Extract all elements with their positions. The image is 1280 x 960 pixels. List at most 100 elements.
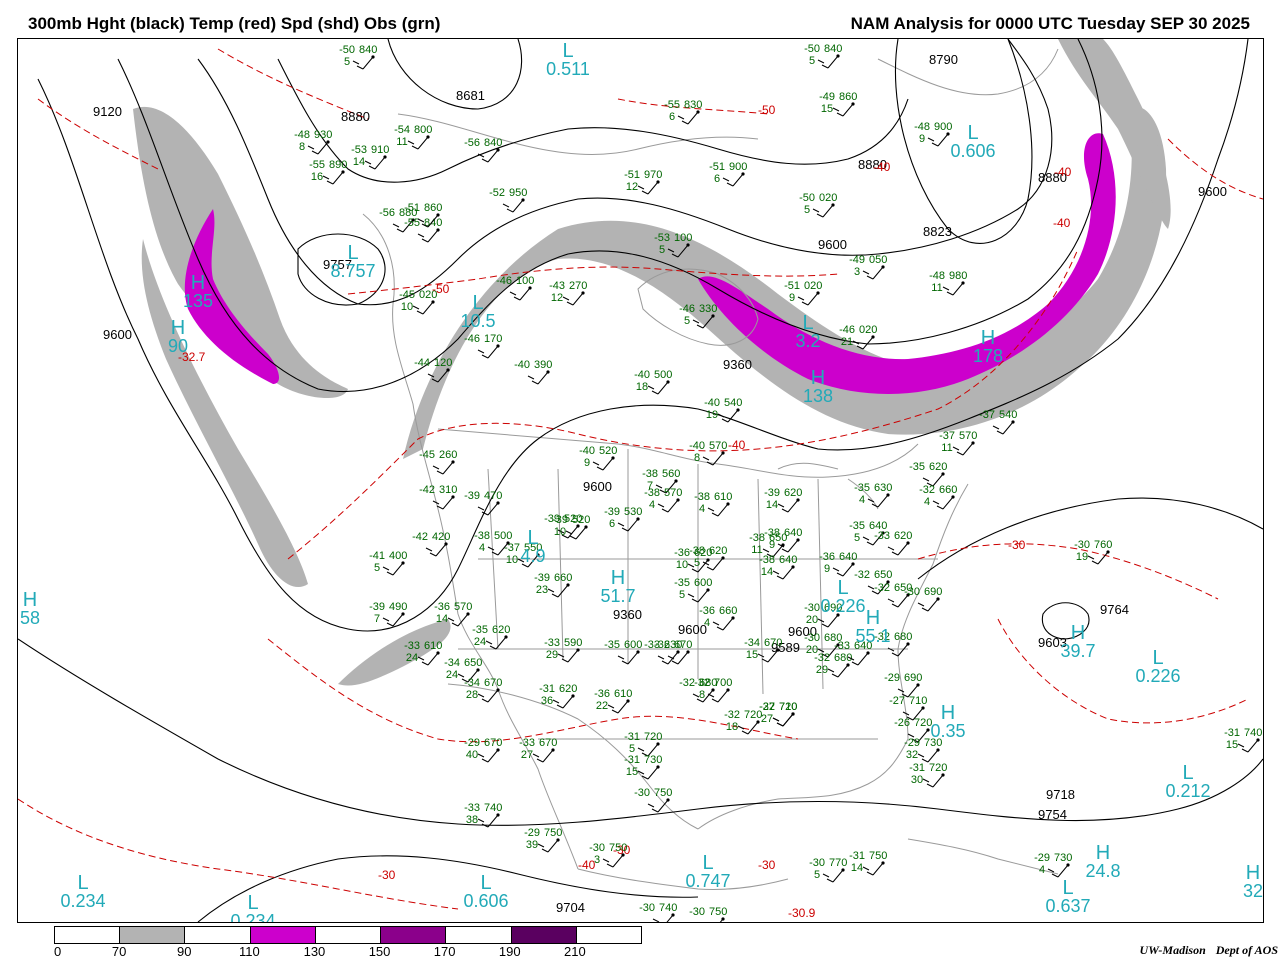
station-obs: -48 930 8 [294,129,332,155]
obs-height: 050 [869,254,887,266]
station-obs: -39 490 7 [369,601,407,627]
obs-temp: -41 [369,550,385,562]
obs-height: 620 [929,461,947,473]
legend-segment [120,927,186,943]
obs-temp: -30 [689,906,705,918]
obs-height: 570 [959,430,977,442]
station-obs: -31 7205 [624,731,662,757]
obs-temp: -38 [759,554,775,566]
wind-barb [927,133,949,147]
obs-temp: -31 [624,731,640,743]
obs-temp: -29 [464,737,480,749]
obs-height: 620 [694,547,712,559]
station-obs: -32 660 4 [919,484,957,510]
obs-dewpoint-dep: 15 [1226,739,1238,751]
station-obs: -36 640 9 [819,551,857,577]
center-value: 10.5 [460,311,495,331]
station-obs: -48 900 9 [914,121,952,147]
temperature-label: -30 [378,868,396,882]
obs-temp: -53 [351,144,367,156]
station-obs: -55 830 6 [664,99,702,125]
obs-temp: -27 [889,695,905,707]
wind-barb [992,421,1014,435]
legend-label: 110 [238,944,260,959]
station-obs: -32 72018 [724,709,762,735]
station-obs: -30 750 3 [589,842,627,868]
obs-temp: -55 [664,99,680,111]
wind-barb [532,749,554,763]
obs-temp: -30 [639,902,655,914]
obs-temp: -34 [744,637,760,649]
obs-height: 720 [929,762,947,774]
obs-height: 620 [894,530,912,542]
obs-height: 840 [424,217,442,229]
station-obs: -35 600 5 [674,577,712,603]
station-obs: -55 840 [404,217,442,243]
obs-dewpoint-dep: 5 [374,562,380,574]
station-obs: -39 660 23 [534,572,572,598]
obs-height: 590 [564,637,582,649]
center-value: 51.7 [600,586,635,606]
obs-temp: -35 [604,639,620,651]
obs-temp: -33 [834,640,850,652]
station-obs: -37 570 11 [939,430,977,456]
obs-height: 730 [1054,852,1072,864]
obs-temp: -40 [634,369,650,381]
obs-temp: -48 [929,270,945,282]
obs-dewpoint-dep: 3 [854,266,860,278]
wind-barb [719,918,724,922]
obs-dewpoint-dep: 5 [809,55,815,67]
obs-height: 620 [492,624,510,636]
wind-barb [772,713,794,727]
station-obs: -56 840 [464,137,502,163]
station-obs: -30 740 [639,902,677,922]
wind-barb [432,461,454,475]
obs-dewpoint-dep: 9 [584,457,590,469]
height-label: 9600 [1198,184,1227,199]
wind-barb [862,862,884,876]
obs-height: 750 [544,827,562,839]
obs-height: 670 [764,637,782,649]
credit-org: UW-Madison [1139,943,1206,957]
obs-height: 570 [709,440,727,452]
center-value: 178 [973,346,1003,366]
center-value: 0.606 [463,891,508,911]
station-obs: -40 570 8 [689,440,727,466]
obs-height: 700 [714,677,732,689]
obs-dewpoint-dep: 29 [816,664,828,676]
obs-temp: -39 [464,490,480,502]
obs-temp: -44 [414,357,430,369]
obs-dewpoint-dep: 5 [854,532,860,544]
obs-dewpoint-dep: 12 [626,181,638,193]
obs-height: 760 [1094,539,1112,551]
obs-temp: -36 [674,547,690,559]
obs-dewpoint-dep: 4 [859,494,865,506]
obs-temp: -38 [749,532,765,544]
obs-temp: -56 [379,207,395,219]
obs-height: 740 [1244,727,1262,739]
obs-height: 710 [909,695,927,707]
obs-dewpoint-dep: 6 [609,518,615,530]
obs-height: 660 [554,572,572,584]
obs-dewpoint-dep: 10 [401,301,413,313]
obs-temp: -35 [472,624,488,636]
wind-barb [822,869,844,883]
obs-dewpoint-dep: 4 [704,617,710,629]
station-obs: -53 910 14 [351,144,389,170]
obs-height: 570 [664,487,682,499]
obs-dewpoint-dep: 18 [636,381,648,393]
obs-temp: -35 [674,577,690,589]
station-obs: -45 260 [419,449,457,475]
legend-segment [576,927,641,943]
obs-height: 720 [644,731,662,743]
wind-barb [547,584,569,598]
height-label: 9600 [103,327,132,342]
wind-barb [509,287,531,301]
obs-temp: -29 [524,827,540,839]
obs-dewpoint-dep: 9 [919,133,925,145]
station-obs: -36 610 22 [594,688,632,714]
height-label: 8823 [923,224,952,239]
obs-height: 620 [784,487,802,499]
obs-dewpoint-dep: 11 [396,136,407,148]
obs-dewpoint-dep: 19 [1076,551,1088,563]
